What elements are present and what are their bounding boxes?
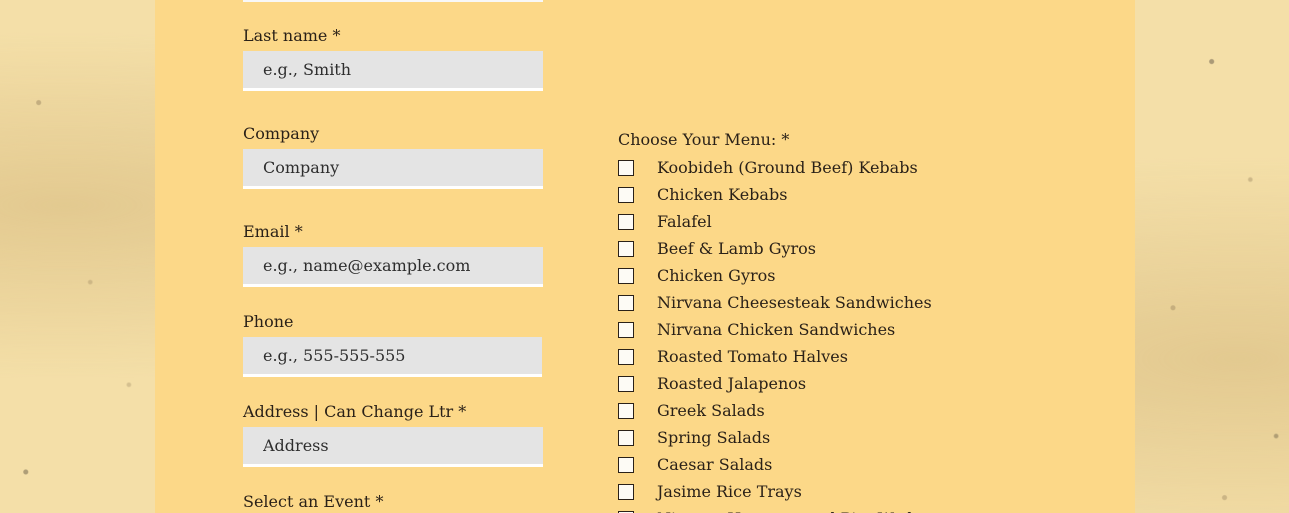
menu-option[interactable]: Nirvana Hummus and Pita Wedges bbox=[618, 505, 940, 513]
required-mark: * bbox=[375, 492, 384, 511]
menu-option[interactable]: Nirvana Cheesesteak Sandwiches bbox=[618, 289, 940, 316]
menu-option[interactable]: Roasted Jalapenos bbox=[618, 370, 940, 397]
menu-option-checkbox[interactable] bbox=[618, 240, 634, 257]
company-input[interactable] bbox=[243, 149, 543, 189]
phone-input[interactable] bbox=[243, 337, 542, 377]
menu-option[interactable]: Falafel bbox=[618, 208, 940, 235]
menu-option-label: Spring Salads bbox=[657, 428, 771, 447]
phone-label: Phone bbox=[243, 312, 293, 332]
event-label: Select an Event * bbox=[243, 492, 383, 512]
email-label-text: Email bbox=[243, 222, 290, 241]
menu-option[interactable]: Nirvana Chicken Sandwiches bbox=[618, 316, 940, 343]
menu-option-checkbox[interactable] bbox=[618, 429, 634, 446]
menu-option-checkbox[interactable] bbox=[618, 294, 634, 311]
menu-option-label: Chicken Gyros bbox=[657, 266, 776, 285]
menu-option-checkbox[interactable] bbox=[618, 213, 634, 230]
menu-label: Choose Your Menu: * bbox=[618, 130, 789, 150]
email-label: Email * bbox=[243, 222, 303, 242]
menu-option[interactable]: Jasime Rice Trays bbox=[618, 478, 940, 505]
menu-label-text: Choose Your Menu: bbox=[618, 130, 777, 149]
last-name-input[interactable] bbox=[243, 51, 543, 91]
menu-option-checkbox[interactable] bbox=[618, 375, 634, 392]
menu-option[interactable]: Beef & Lamb Gyros bbox=[618, 235, 940, 262]
company-label-text: Company bbox=[243, 124, 320, 143]
menu-checkbox-list: Koobideh (Ground Beef) Kebabs Chicken Keb… bbox=[618, 154, 940, 513]
menu-option-checkbox[interactable] bbox=[618, 348, 634, 365]
menu-option[interactable]: Koobideh (Ground Beef) Kebabs bbox=[618, 154, 940, 181]
company-label: Company bbox=[243, 124, 319, 144]
menu-option-checkbox[interactable] bbox=[618, 267, 634, 284]
required-mark: * bbox=[458, 402, 467, 421]
menu-option-label: Falafel bbox=[657, 212, 712, 231]
event-label-text: Select an Event bbox=[243, 492, 371, 511]
menu-option-label: Jasime Rice Trays bbox=[657, 482, 802, 501]
menu-option-label: Nirvana Hummus and Pita Wedges bbox=[657, 509, 940, 513]
menu-option-label: Greek Salads bbox=[657, 401, 765, 420]
required-mark: * bbox=[294, 222, 303, 241]
menu-option-label: Koobideh (Ground Beef) Kebabs bbox=[657, 158, 918, 177]
phone-label-text: Phone bbox=[243, 312, 294, 331]
menu-option-checkbox[interactable] bbox=[618, 456, 634, 473]
menu-option-label: Roasted Jalapenos bbox=[657, 374, 807, 393]
menu-option-label: Beef & Lamb Gyros bbox=[657, 239, 817, 258]
required-mark: * bbox=[332, 26, 341, 45]
last-name-label-text: Last name bbox=[243, 26, 328, 45]
menu-option-checkbox[interactable] bbox=[618, 321, 634, 338]
menu-option[interactable]: Spring Salads bbox=[618, 424, 940, 451]
address-input[interactable] bbox=[243, 427, 543, 467]
required-mark: * bbox=[781, 130, 790, 149]
menu-option-label: Chicken Kebabs bbox=[657, 185, 788, 204]
address-label-text: Address | Can Change Ltr bbox=[243, 402, 454, 421]
menu-option-checkbox[interactable] bbox=[618, 483, 634, 500]
menu-option-label: Roasted Tomato Halves bbox=[657, 347, 848, 366]
previous-field-edge bbox=[243, 0, 543, 2]
menu-option-checkbox[interactable] bbox=[618, 186, 634, 203]
address-label: Address | Can Change Ltr * bbox=[243, 402, 466, 422]
menu-option-label: Caesar Salads bbox=[657, 455, 773, 474]
menu-option-label: Nirvana Chicken Sandwiches bbox=[657, 320, 896, 339]
menu-option-checkbox[interactable] bbox=[618, 159, 634, 176]
menu-option-label: Nirvana Cheesesteak Sandwiches bbox=[657, 293, 932, 312]
email-input[interactable] bbox=[243, 247, 543, 287]
menu-option[interactable]: Roasted Tomato Halves bbox=[618, 343, 940, 370]
menu-option[interactable]: Chicken Kebabs bbox=[618, 181, 940, 208]
last-name-label: Last name * bbox=[243, 26, 340, 46]
menu-option[interactable]: Caesar Salads bbox=[618, 451, 940, 478]
menu-option[interactable]: Chicken Gyros bbox=[618, 262, 940, 289]
menu-option[interactable]: Greek Salads bbox=[618, 397, 940, 424]
menu-option-checkbox[interactable] bbox=[618, 402, 634, 419]
